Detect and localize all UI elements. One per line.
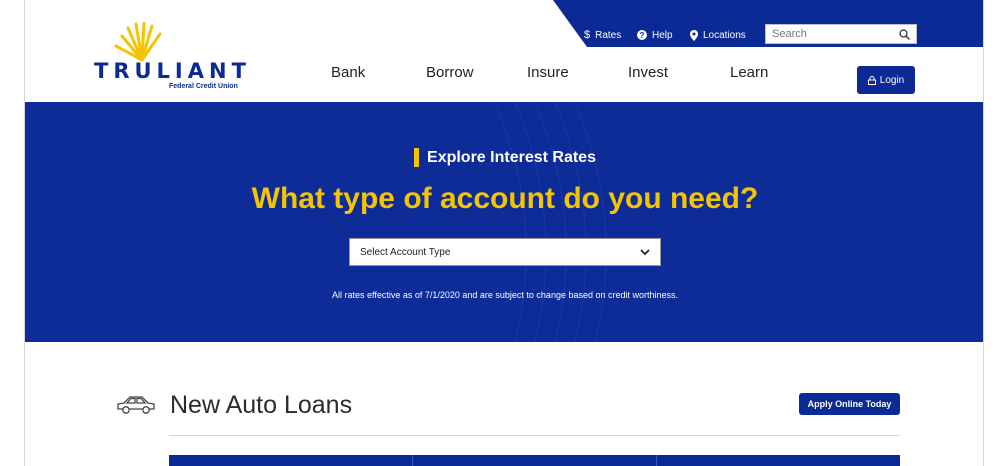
main-nav: Bank Borrow Insure Invest Learn	[25, 64, 983, 84]
table-header-cell	[657, 455, 900, 466]
nav-item-learn[interactable]: Learn	[730, 64, 768, 81]
hero-headline: What type of account do you need?	[251, 182, 759, 215]
section-divider	[169, 435, 900, 436]
locations-link[interactable]: Locations	[690, 28, 746, 42]
dollar-icon: $	[584, 29, 591, 41]
rates-table-header	[169, 455, 900, 466]
apply-online-button[interactable]: Apply Online Today	[799, 393, 900, 415]
location-pin-icon	[690, 29, 698, 41]
login-label: Login	[879, 74, 905, 86]
car-icon	[117, 396, 155, 414]
section-title: New Auto Loans	[170, 391, 353, 419]
table-header-cell	[169, 455, 413, 466]
hero-eyebrow: Explore Interest Rates	[25, 148, 983, 167]
nav-item-invest[interactable]: Invest	[628, 64, 668, 81]
login-button[interactable]: Login	[857, 66, 915, 94]
nav-item-insure[interactable]: Insure	[527, 64, 569, 81]
help-icon: ?	[637, 30, 647, 40]
rates-label: Rates	[595, 29, 622, 41]
help-label: Help	[652, 29, 673, 41]
rates-disclaimer: All rates effective as of 7/1/2020 and a…	[331, 290, 679, 300]
chevron-down-icon	[640, 248, 650, 255]
search-icon[interactable]	[894, 28, 914, 40]
eyebrow-accent-bar	[414, 148, 420, 167]
eyebrow-text: Explore Interest Rates	[427, 148, 596, 166]
hero-decorative-lines	[494, 102, 607, 342]
nav-item-bank[interactable]: Bank	[331, 64, 365, 81]
account-type-select[interactable]: Select Account Type	[349, 238, 661, 266]
search-box[interactable]	[765, 24, 917, 44]
rates-link[interactable]: $ Rates	[584, 28, 621, 42]
help-link[interactable]: ? Help	[637, 28, 673, 42]
locations-label: Locations	[703, 29, 746, 41]
hero-banner: Explore Interest Rates What type of acco…	[25, 102, 983, 342]
select-value: Select Account Type	[360, 246, 451, 258]
search-input[interactable]	[766, 25, 894, 43]
logo-subtitle: Federal Credit Union	[169, 83, 238, 90]
page-frame: $ Rates ? Help Locations T	[24, 0, 984, 466]
sun-logo-icon	[114, 22, 162, 62]
nav-item-borrow[interactable]: Borrow	[426, 64, 474, 81]
table-header-cell	[413, 455, 657, 466]
lock-icon	[867, 75, 876, 85]
